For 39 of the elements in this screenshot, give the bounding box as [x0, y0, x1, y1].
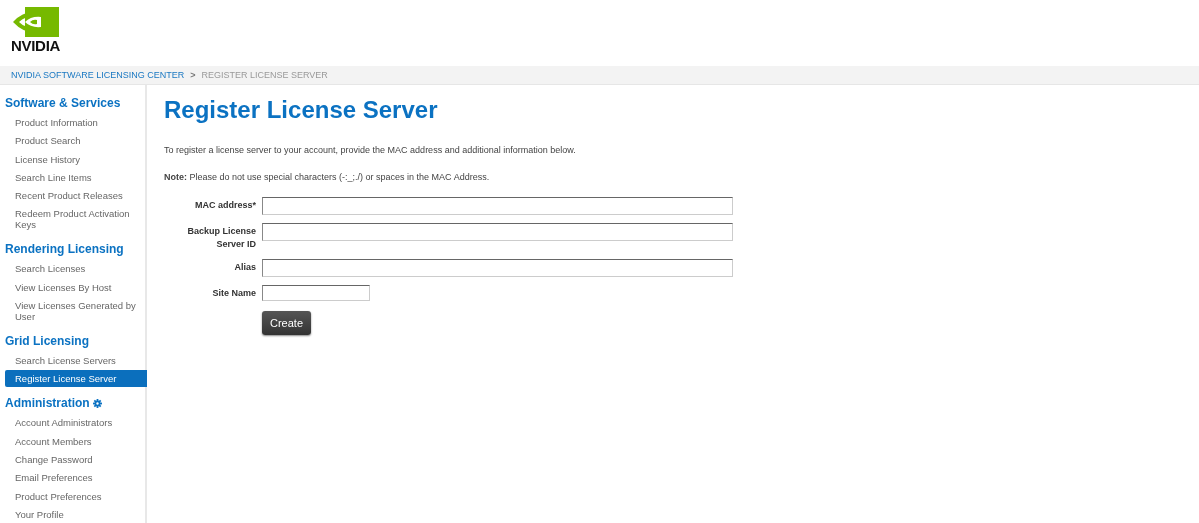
sidebar-item[interactable]: Redeem Product Activation Keys	[5, 205, 145, 234]
sidebar-item[interactable]: Search Licenses	[5, 260, 145, 278]
sidebar-item[interactable]: Account Members	[5, 432, 145, 450]
sidebar-item[interactable]: View Licenses By Host	[5, 278, 145, 296]
input-field[interactable]	[262, 197, 733, 215]
field-label: MAC address*	[193, 199, 256, 212]
sidebar-item[interactable]: Account Administrators	[5, 414, 145, 432]
sidebar-item[interactable]: Your Profile	[5, 505, 145, 523]
sidebar-item[interactable]: License History	[5, 150, 145, 168]
section-heading: Administration	[5, 396, 90, 412]
section-heading: Rendering Licensing	[5, 242, 124, 258]
field-label: Backup License Server ID	[186, 225, 256, 251]
settings-icon[interactable]	[92, 399, 102, 409]
field-label: Site Name	[211, 287, 256, 300]
sidebar-item[interactable]: Recent Product Releases	[5, 187, 145, 205]
sidebar-item[interactable]: Product Search	[5, 132, 145, 150]
section-heading: Software & Services	[5, 96, 121, 111]
section-heading: Grid Licensing	[5, 334, 89, 350]
sidebar-item[interactable]: Product Preferences	[5, 487, 145, 505]
create-button[interactable]: Create	[262, 311, 312, 335]
eye-logo-icon	[11, 7, 59, 37]
breadcrumb-link[interactable]: NVIDIA SOFTWARE LICENSING CENTER	[11, 70, 185, 80]
sidebar-item[interactable]: View Licenses Generated by User	[5, 297, 145, 326]
note-text: Note: Please do not use special characters (-:_;./) or spaces in the MAC Address.	[164, 172, 491, 182]
logo-wordmark: NVIDIA	[11, 38, 62, 54]
input-field[interactable]	[262, 223, 733, 241]
sidebar-item[interactable]: Change Password	[5, 450, 145, 468]
field-label: Alias	[233, 261, 256, 274]
intro-text: To register a license server to your account, provide the MAC address and additional information below.	[164, 145, 577, 155]
breadcrumb-separator: >	[190, 70, 196, 80]
sidebar-item[interactable]: Email Preferences	[5, 469, 145, 487]
sidebar-item[interactable]: Product Information	[5, 114, 145, 131]
breadcrumb-current: REGISTER LICENSE SERVER	[201, 70, 328, 80]
sidebar-item[interactable]: Search License Servers	[5, 352, 145, 370]
input-field[interactable]	[262, 259, 733, 277]
input-field[interactable]	[262, 285, 370, 301]
sidebar-item[interactable]: Register License Server	[5, 370, 147, 388]
page-title: Register License Server	[164, 96, 439, 124]
sidebar-item[interactable]: Search Line Items	[5, 168, 145, 186]
